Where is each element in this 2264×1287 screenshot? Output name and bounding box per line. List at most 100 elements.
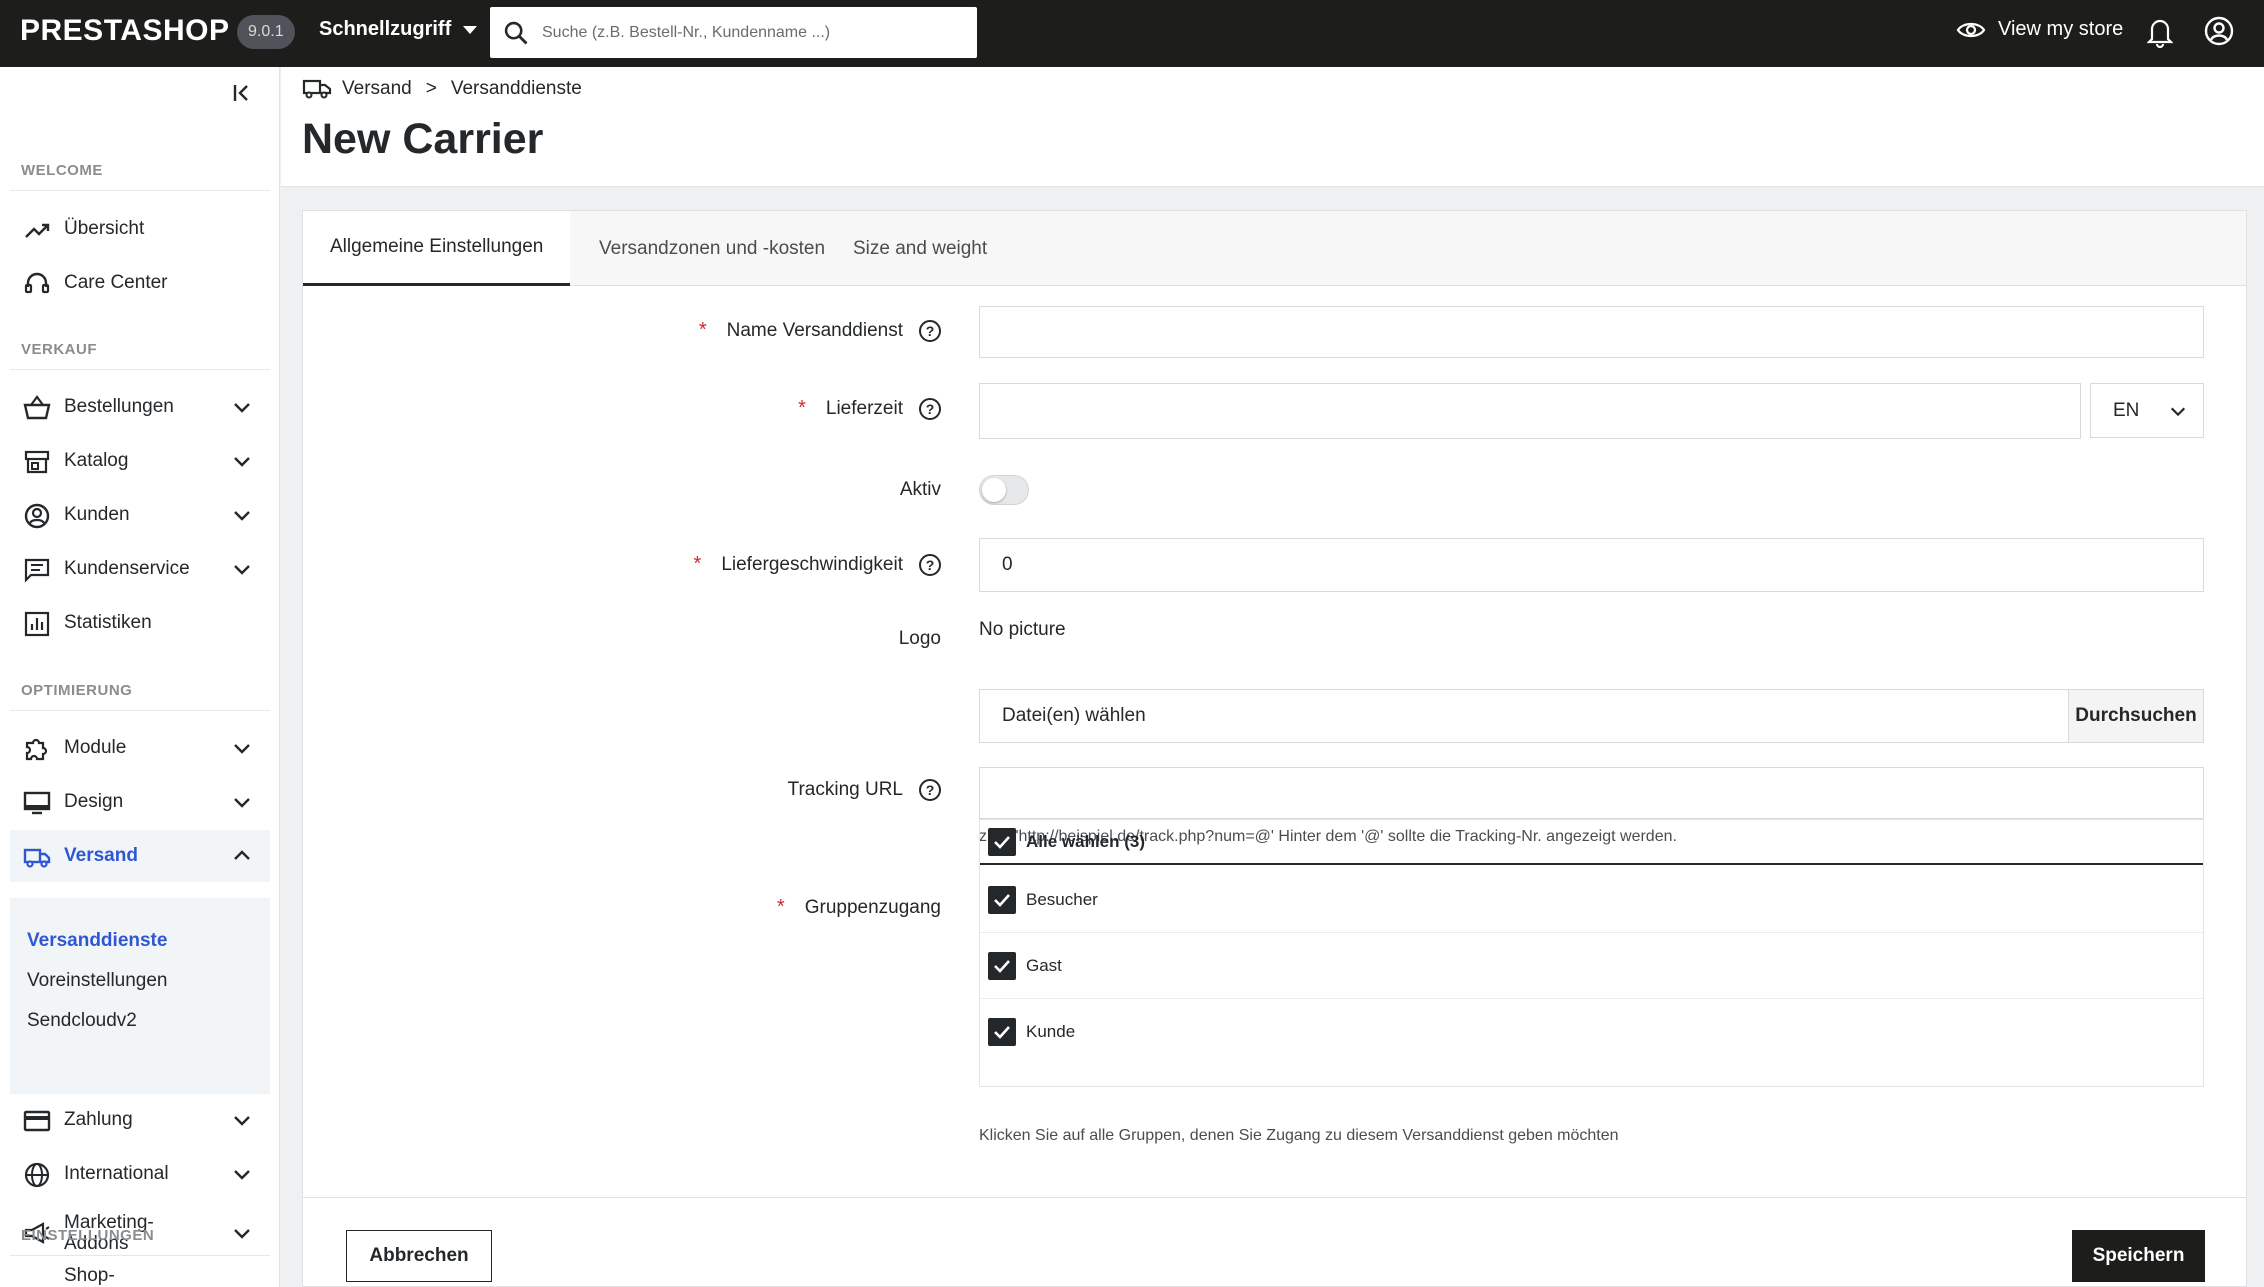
store-icon	[24, 450, 50, 474]
active-toggle[interactable]	[979, 475, 1029, 505]
sidebar-item-design[interactable]: Design	[10, 776, 270, 828]
trending-up-icon	[25, 223, 50, 238]
divider	[303, 1197, 2246, 1198]
sidebar-item-payment[interactable]: Zahlung	[10, 1094, 270, 1146]
tab-size-weight[interactable]: Size and weight	[826, 211, 1014, 286]
user-circle-icon	[24, 503, 50, 529]
delay-label-text: Lieferzeit	[825, 397, 903, 419]
sidebar-item-statistics[interactable]: Statistiken	[10, 597, 270, 649]
name-label-text: Name Versanddienst	[726, 319, 903, 341]
required-marker: *	[798, 397, 806, 419]
speed-label: * Liefergeschwindigkeit ?	[683, 553, 941, 576]
sidebar-item-shop-settings[interactable]: Shop-	[10, 1267, 270, 1287]
section-optimierung: OPTIMIERUNG	[21, 682, 133, 699]
breadcrumb-current[interactable]: Versanddienste	[451, 78, 582, 100]
search-icon[interactable]	[502, 19, 530, 47]
sidebar-item-customer-service[interactable]: Kundenservice	[10, 543, 270, 595]
basket-icon	[23, 395, 51, 420]
browse-button[interactable]: Durchsuchen	[2068, 690, 2203, 742]
group-checkbox[interactable]	[988, 1018, 1016, 1046]
account-icon[interactable]	[2203, 15, 2235, 47]
sidebar-item-label: Statistiken	[64, 612, 152, 633]
group-checkbox[interactable]	[988, 952, 1016, 980]
carrier-name-input[interactable]	[979, 306, 2204, 358]
page-title: New Carrier	[302, 115, 544, 163]
notifications-bell-icon[interactable]	[2147, 16, 2173, 48]
sidebar-item-label: Module	[64, 737, 127, 758]
caret-down-icon	[463, 25, 478, 34]
select-all-checkbox[interactable]	[988, 828, 1016, 856]
sidebar-item-label: Zahlung	[64, 1109, 133, 1130]
submenu-item-sendcloud[interactable]: Sendcloudv2	[27, 1010, 137, 1032]
breadcrumb: Versand > Versanddienste	[302, 77, 582, 101]
divider	[10, 710, 270, 711]
help-icon[interactable]: ?	[919, 553, 941, 576]
group-checkbox[interactable]	[988, 886, 1016, 914]
sidebar-item-label: Versand	[64, 845, 138, 866]
sidebar-item-label: Design	[64, 791, 124, 812]
view-store-link[interactable]: View my store	[1956, 18, 2123, 41]
quick-access-dropdown[interactable]: Schnellzugriff	[319, 18, 478, 41]
submenu-item-preferences[interactable]: Voreinstellungen	[27, 970, 168, 992]
help-icon[interactable]: ?	[919, 397, 941, 420]
sidebar-item-label: Kundenservice	[64, 558, 190, 579]
tab-zones-costs[interactable]: Versandzonen und -kosten	[572, 211, 852, 286]
monitor-icon	[23, 791, 51, 815]
headset-icon	[24, 272, 50, 294]
table-row[interactable]: Gast	[980, 933, 2203, 999]
cancel-button[interactable]: Abbrechen	[346, 1230, 492, 1282]
search-box	[490, 7, 977, 58]
truck-icon	[23, 848, 51, 868]
chevron-down-icon	[234, 1229, 250, 1239]
delivery-speed-input[interactable]: 0	[979, 538, 2204, 592]
section-einstellungen: EINSTELLUNGEN	[21, 1227, 155, 1244]
sidebar-item-label: Übersicht	[64, 218, 145, 239]
divider	[10, 369, 270, 370]
required-marker: *	[698, 319, 707, 341]
speed-label-text: Liefergeschwindigkeit	[721, 553, 903, 575]
sidebar-item-catalog[interactable]: Katalog	[10, 435, 270, 487]
group-access-table: Alle wählen (3) Besucher Gast Kunde	[979, 819, 2204, 1087]
top-bar: PRESTASHOP 9.0.1 Schnellzugriff View my …	[0, 0, 2264, 67]
tracking-url-input[interactable]	[979, 767, 2204, 819]
tab-general-settings[interactable]: Allgemeine Einstellungen	[303, 211, 571, 286]
sidebar: WELCOME Übersicht Care Center VERKAUF Be…	[0, 67, 280, 1287]
sidebar-item-care-center[interactable]: Care Center	[10, 257, 270, 309]
logo-label: Logo	[683, 628, 941, 650]
tab-bar: Allgemeine Einstellungen Versandzonen un…	[303, 211, 2246, 286]
checkmark-icon	[994, 960, 1010, 973]
table-row[interactable]: Kunde	[980, 999, 2203, 1065]
sidebar-item-orders[interactable]: Bestellungen	[10, 381, 270, 433]
submenu-item-carriers[interactable]: Versanddienste	[27, 930, 167, 952]
select-all-row[interactable]: Alle wählen (3)	[980, 820, 2203, 865]
help-icon[interactable]: ?	[919, 319, 941, 342]
toggle-knob	[982, 478, 1006, 502]
logo-file-input[interactable]: Datei(en) wählen Durchsuchen	[979, 689, 2204, 743]
help-icon[interactable]: ?	[919, 779, 941, 801]
sidebar-item-customers[interactable]: Kunden	[10, 489, 270, 541]
divider	[10, 190, 270, 191]
puzzle-icon	[25, 738, 48, 761]
delivery-time-input[interactable]	[979, 383, 2081, 439]
language-select[interactable]: EN	[2090, 383, 2204, 438]
group-name: Besucher	[1026, 889, 1098, 909]
sidebar-item-overview[interactable]: Übersicht	[10, 203, 270, 255]
divider	[10, 1255, 270, 1256]
save-button[interactable]: Speichern	[2072, 1230, 2205, 1282]
table-row[interactable]: Besucher	[980, 867, 2203, 933]
language-value: EN	[2113, 399, 2140, 421]
chevron-down-icon	[234, 403, 250, 413]
bar-chart-icon	[24, 611, 50, 637]
chevron-down-icon	[234, 511, 250, 521]
checkmark-icon	[994, 894, 1010, 907]
sidebar-item-international[interactable]: International	[10, 1148, 270, 1200]
sidebar-item-shipping[interactable]: Versand	[10, 830, 270, 882]
collapse-sidebar-icon[interactable]	[230, 81, 254, 105]
chevron-down-icon	[234, 457, 250, 467]
prestashop-logo[interactable]: PRESTASHOP	[20, 14, 229, 48]
breadcrumb-link-shipping[interactable]: Versand	[342, 78, 412, 100]
search-input[interactable]	[542, 23, 962, 42]
credit-card-icon	[23, 1110, 51, 1132]
groups-label-text: Gruppenzugang	[804, 896, 941, 918]
sidebar-item-modules[interactable]: Module	[10, 722, 270, 774]
